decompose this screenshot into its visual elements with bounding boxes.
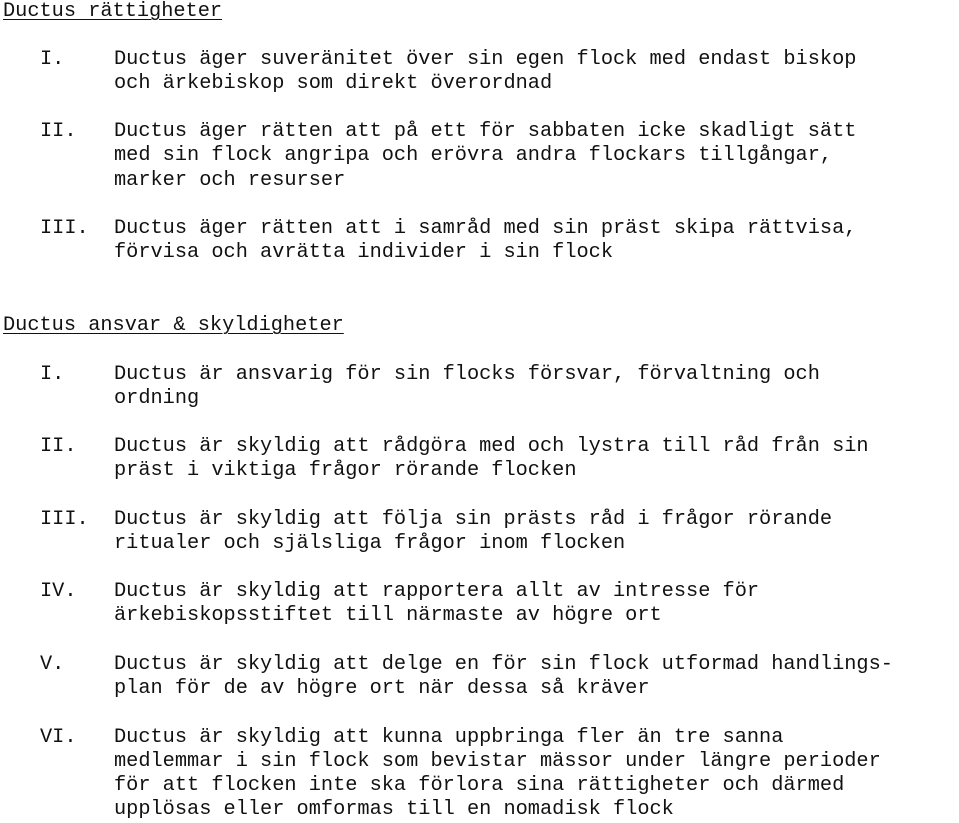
- item-numeral: VI.: [40, 726, 77, 749]
- item-text-line: präst i viktiga frågor rörande flocken: [114, 459, 577, 482]
- item-text-line: plan för de av högre ort när dessa så kr…: [114, 677, 650, 700]
- item-text-line: Ductus är skyldig att följa sin prästs r…: [114, 508, 833, 531]
- item-text-line: upplösas eller omformas till en nomadisk…: [114, 798, 674, 821]
- item-numeral: IV.: [40, 580, 77, 603]
- item-numeral: III.: [40, 508, 89, 531]
- item-text-line: Ductus äger suveränitet över sin egen fl…: [114, 48, 857, 71]
- item-text-line: förvisa och avrätta individer i sin floc…: [114, 241, 613, 264]
- item-text-line: marker och resurser: [114, 169, 346, 192]
- section-heading-duties: Ductus ansvar & skyldigheter: [3, 314, 344, 337]
- item-text-line: Ductus är ansvarig för sin flocks försva…: [114, 363, 820, 386]
- item-text-line: medlemmar i sin flock som bevistar mässo…: [114, 750, 881, 773]
- item-numeral: I.: [40, 363, 65, 386]
- item-text-line: Ductus är skyldig att rådgöra med och ly…: [114, 435, 869, 458]
- item-numeral: V.: [40, 653, 65, 676]
- section-heading-rights: Ductus rättigheter: [3, 0, 223, 23]
- item-text-line: ritualer och själsliga frågor inom flock…: [114, 532, 626, 555]
- item-text-line: Ductus är skyldig att delge en för sin f…: [114, 653, 893, 676]
- item-text-line: och ärkebiskop som direkt överordnad: [114, 72, 553, 95]
- item-text-line: Ductus är skyldig att rapportera allt av…: [114, 580, 760, 603]
- item-numeral: II.: [40, 120, 77, 143]
- item-text-line: för att flocken inte ska förlora sina rä…: [114, 774, 845, 797]
- item-text-line: med sin flock angripa och erövra andra f…: [114, 144, 833, 167]
- item-text-line: Ductus äger rätten att i samråd med sin …: [114, 217, 857, 240]
- item-text-line: ordning: [114, 387, 200, 410]
- item-text-line: ärkebiskopsstiftet till närmaste av högr…: [114, 604, 662, 627]
- item-text-line: Ductus äger rätten att på ett för sabbat…: [114, 120, 857, 143]
- item-numeral: III.: [40, 217, 89, 240]
- item-text-line: Ductus är skyldig att kunna uppbringa fl…: [114, 726, 784, 749]
- item-numeral: II.: [40, 435, 77, 458]
- item-numeral: I.: [40, 48, 65, 71]
